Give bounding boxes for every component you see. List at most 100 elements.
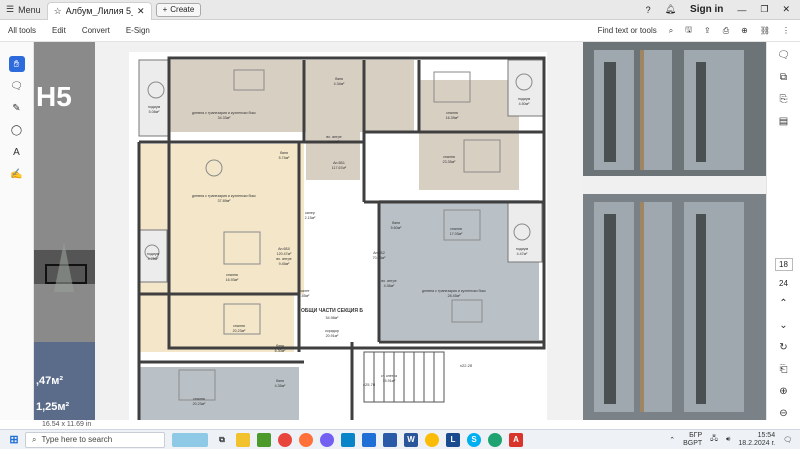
pages-icon[interactable]: ▤: [776, 114, 792, 128]
left-area-2: 1,25м²: [36, 401, 70, 413]
chevron-up-icon[interactable]: ⌃: [776, 296, 792, 310]
create-button[interactable]: + Create: [155, 2, 202, 17]
find-tools-label[interactable]: Find text or tools: [598, 26, 657, 35]
skype-icon[interactable]: S: [467, 432, 481, 447]
label-bath-2-area: 5.74м²: [279, 156, 290, 160]
label-corridor-3-area: 4.36м²: [384, 284, 395, 288]
hamburger-icon: ☰: [6, 4, 15, 14]
label-living-2: дневна с трапезария и кухненски бокс: [192, 194, 256, 198]
left-area-1: ,47м²: [36, 375, 63, 387]
restore-icon[interactable]: ❐: [760, 4, 768, 15]
edge-icon[interactable]: [488, 432, 502, 447]
more-icon[interactable]: ⋮: [782, 26, 790, 35]
label-bath-4: баня: [276, 344, 284, 348]
comments-panel-icon[interactable]: 🗨︎: [776, 48, 792, 62]
minimize-icon[interactable]: —: [737, 5, 746, 15]
label-apt-2-area: 120.47м²: [277, 252, 292, 256]
label-corridor-common-area: 20.91м²: [326, 334, 339, 338]
plan-page: H5 ,47м² 1,25м² подиум 5.08м² дневна с т…: [34, 42, 766, 420]
viber-icon[interactable]: [320, 432, 334, 447]
label-corridor-common: коридор: [325, 329, 339, 333]
label-apt-2: Ап.6Б0: [278, 247, 290, 251]
menu-convert[interactable]: Convert: [82, 26, 110, 35]
menu-all-tools[interactable]: All tools: [8, 26, 36, 35]
label-apt-3: Ап.6Б2: [373, 251, 385, 255]
label-corridor-1-area: 9.30м²: [329, 140, 340, 144]
notification-center-icon[interactable]: 🗨︎: [783, 436, 792, 444]
windows-start-icon[interactable]: ⊞: [7, 433, 21, 447]
label-elevation-1: ±22.2б: [460, 363, 473, 368]
label-wc-area: 3.55м²: [299, 294, 310, 298]
volume-icon[interactable]: 🔊︎: [726, 436, 730, 444]
text-box-icon[interactable]: A: [9, 144, 25, 160]
label-bedroom-4: спалня: [450, 227, 462, 231]
label-podium-2: подиум: [518, 97, 531, 101]
label-stair-area: 15.91м²: [383, 379, 396, 383]
save-icon[interactable]: 🖫︎: [685, 24, 692, 38]
label-living-1: дневна с трапезария и кухненски бокс: [192, 111, 256, 115]
task-view-icon[interactable]: ⧉: [215, 433, 229, 447]
pen-icon[interactable]: ✎: [9, 100, 25, 116]
label-podium-1: подиум: [148, 105, 161, 109]
notifications-icon[interactable]: 🔔︎: [665, 4, 676, 15]
tray-chevron-icon[interactable]: ⌃: [669, 436, 675, 444]
close-tab-icon[interactable]: ✕: [137, 6, 145, 17]
label-bedroom-2: спалня: [443, 155, 455, 159]
word-icon[interactable]: W: [404, 432, 418, 447]
upload-icon[interactable]: ⇪: [704, 26, 711, 35]
document-tab[interactable]: ☆ Албум_Лилия 5_05.10... ✕: [46, 1, 152, 20]
zoom-in-icon[interactable]: ⊕: [776, 384, 792, 398]
l-app-icon[interactable]: L: [446, 432, 460, 447]
label-bath-3: баня: [392, 221, 400, 225]
taskbar-search[interactable]: ⌕ Type here to search: [25, 431, 165, 448]
left-toolbar: ✋︎ 🗨︎ ✎ ◯ A ✍: [0, 42, 34, 420]
label-bath-1: баня: [335, 77, 343, 81]
menu-esign[interactable]: E-Sign: [126, 26, 150, 35]
fill-sign-icon[interactable]: ✍: [9, 166, 25, 182]
label-bedroom-6: спалня: [193, 397, 205, 401]
menu-edit[interactable]: Edit: [52, 26, 66, 35]
zoom-out-icon[interactable]: ⊖: [776, 406, 792, 420]
help-icon[interactable]: ?: [646, 5, 651, 15]
lang-indicator[interactable]: БГР BGPT: [683, 432, 702, 448]
star-icon[interactable]: ☆: [54, 6, 62, 17]
copy-icon[interactable]: ⎗: [776, 362, 792, 376]
link-icon[interactable]: ⛓︎: [760, 26, 770, 35]
menu-button[interactable]: ☰ Menu: [0, 0, 47, 20]
label-corridor-2: вх. антре: [276, 257, 291, 261]
logo-text: H5: [36, 81, 72, 112]
search-icon[interactable]: ⌕: [669, 26, 673, 36]
comment-icon[interactable]: 🗨︎: [9, 78, 25, 94]
label-bedroom-3-area: 16.93м²: [226, 278, 239, 282]
chrome-icon[interactable]: [278, 432, 292, 447]
store-icon[interactable]: [341, 432, 355, 447]
label-common-areas: ОБЩИ ЧАСТИ СЕКЦИЯ Б: [301, 308, 363, 314]
photos-icon[interactable]: [257, 432, 271, 447]
zoom-search-icon[interactable]: ⊕: [741, 26, 748, 35]
clock[interactable]: 15:54 18.2.2024 г.: [738, 432, 775, 448]
attachments-icon[interactable]: ⎘: [776, 92, 792, 106]
whale-widget-icon[interactable]: [172, 432, 208, 447]
acrobat-icon[interactable]: A: [509, 432, 523, 447]
file-explorer-icon[interactable]: [236, 432, 250, 447]
label-corridor-1: вх. антре: [326, 135, 341, 139]
hand-tool-icon[interactable]: ✋︎: [8, 56, 25, 72]
lasso-icon[interactable]: ◯: [9, 122, 25, 138]
label-living-3-area: 28.45м²: [448, 294, 461, 298]
chevron-down-icon[interactable]: ⌄: [776, 318, 792, 332]
vpn-icon[interactable]: [383, 432, 397, 447]
firefox-icon[interactable]: [299, 432, 313, 447]
network-icon[interactable]: 🖧︎: [710, 434, 718, 445]
label-bedroom-6-area: 20.23м²: [193, 402, 206, 406]
document-canvas[interactable]: H5 ,47м² 1,25м² подиум 5.08м² дневна с т…: [34, 42, 766, 420]
bookmarks-icon[interactable]: ⧉: [776, 70, 792, 84]
refresh-icon[interactable]: ↻: [776, 340, 792, 354]
label-living-1-area: 34.33м²: [218, 116, 231, 120]
mail-icon[interactable]: [362, 432, 376, 447]
sign-in-button[interactable]: Sign in: [690, 4, 723, 15]
print-icon[interactable]: ⎙: [723, 26, 729, 36]
page-number-input[interactable]: 18: [774, 258, 793, 271]
label-storage-1-area: 2.15м²: [305, 216, 316, 220]
chrome2-icon[interactable]: [425, 432, 439, 447]
close-window-icon[interactable]: ✕: [782, 4, 790, 15]
